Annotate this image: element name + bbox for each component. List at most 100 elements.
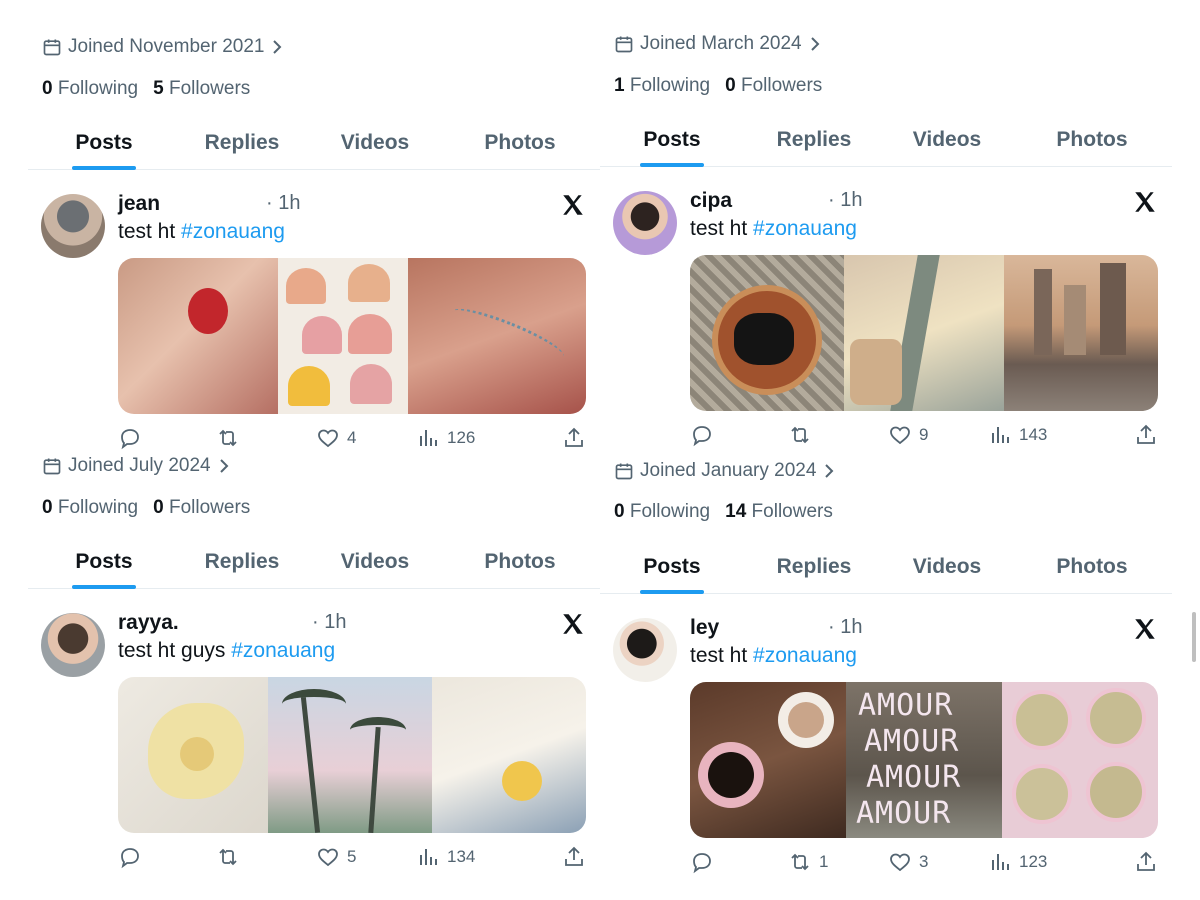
following-link[interactable]: 1 Following [614, 75, 710, 97]
post-media[interactable]: AMOUR AMOUR AMOUR AMOUR [690, 682, 1158, 838]
share-button[interactable] [562, 426, 586, 450]
tab-photos[interactable]: Photos [482, 116, 558, 170]
hashtag-link[interactable]: #zonauang [753, 644, 857, 667]
reply-button[interactable] [118, 426, 142, 450]
post-username[interactable]: cipa [690, 189, 732, 213]
tab-photos[interactable]: Photos [1054, 540, 1130, 594]
tab-videos[interactable]: Videos [338, 535, 412, 589]
share-button[interactable] [1134, 423, 1158, 447]
tab-posts[interactable]: Posts [640, 540, 704, 594]
post-actions: 9 143 [690, 423, 1160, 451]
tab-posts[interactable]: Posts [72, 116, 136, 170]
post-card[interactable]: cipa · 1h test ht #zonauang 9 143 [600, 173, 1172, 447]
followers-link[interactable]: 5 Followers [153, 78, 250, 100]
media-photo-3[interactable] [1004, 255, 1158, 411]
tab-replies[interactable]: Replies [776, 540, 852, 594]
media-photo-2[interactable] [278, 258, 408, 414]
views-button[interactable]: 123 [988, 850, 1047, 874]
scrollbar[interactable] [1192, 612, 1196, 662]
joined-label: Joined July 2024 [68, 455, 211, 476]
share-icon [565, 427, 583, 447]
following-label: Following [57, 497, 139, 518]
tab-videos[interactable]: Videos [910, 113, 984, 167]
followers-link[interactable]: 0 Followers [153, 497, 250, 519]
post-username[interactable]: ley [690, 616, 719, 640]
following-link[interactable]: 0 Following [42, 78, 138, 100]
media-photo-3[interactable] [1002, 682, 1158, 838]
post-media[interactable] [118, 677, 586, 833]
retweet-button[interactable] [216, 426, 247, 450]
post-time[interactable]: · 1h [266, 192, 300, 215]
joined-date[interactable]: Joined November 2021 [42, 36, 282, 58]
tab-replies[interactable]: Replies [204, 535, 280, 589]
media-photo-1[interactable] [118, 677, 268, 833]
media-photo-3[interactable] [408, 258, 586, 414]
post-time[interactable]: · 1h [828, 616, 862, 639]
tab-posts[interactable]: Posts [640, 113, 704, 167]
joined-date[interactable]: Joined March 2024 [614, 33, 820, 55]
post-username[interactable]: jean [118, 192, 160, 216]
post-media[interactable] [690, 255, 1158, 411]
avatar[interactable] [41, 613, 105, 677]
media-photo-1[interactable] [690, 255, 844, 411]
views-button[interactable]: 143 [988, 423, 1047, 447]
views-button[interactable]: 126 [416, 426, 475, 450]
follow-stats: 0 Following 14 Followers [614, 501, 833, 523]
profile-tabs: Posts Replies Videos Photos [600, 113, 1172, 167]
heart-icon [890, 426, 910, 445]
reply-icon [121, 429, 139, 450]
media-photo-2[interactable] [844, 255, 1004, 411]
tab-videos[interactable]: Videos [910, 540, 984, 594]
calendar-icon [43, 458, 61, 475]
followers-link[interactable]: 14 Followers [725, 501, 833, 523]
tab-replies[interactable]: Replies [776, 113, 852, 167]
like-button[interactable]: 4 [316, 426, 356, 450]
tab-photos[interactable]: Photos [1054, 113, 1130, 167]
tab-posts[interactable]: Posts [72, 535, 136, 589]
post-media[interactable] [118, 258, 586, 414]
post-time[interactable]: · 1h [828, 189, 862, 212]
retweet-button[interactable]: 1 [788, 850, 828, 874]
post-card[interactable]: jean · 1h test ht #zonauang 4 126 [28, 176, 600, 450]
post-time[interactable]: · 1h [312, 611, 346, 634]
reply-button[interactable] [118, 845, 142, 869]
hashtag-link[interactable]: #zonauang [231, 639, 335, 662]
reply-button[interactable] [690, 850, 714, 874]
post-username[interactable]: rayya. [118, 611, 179, 635]
joined-date[interactable]: Joined January 2024 [614, 460, 834, 482]
like-button[interactable]: 3 [888, 850, 928, 874]
amour-text-1: AMOUR [858, 688, 954, 723]
post-card[interactable]: rayya. · 1h test ht guys #zonauang 5 134 [28, 595, 600, 869]
views-icon [420, 849, 437, 865]
share-icon [1137, 424, 1155, 444]
media-photo-1[interactable] [118, 258, 278, 414]
tab-videos[interactable]: Videos [338, 116, 412, 170]
media-photo-2[interactable]: AMOUR AMOUR AMOUR AMOUR [846, 682, 1002, 838]
followers-count: 0 [725, 75, 736, 96]
media-photo-3[interactable] [432, 677, 586, 833]
tab-replies[interactable]: Replies [204, 116, 280, 170]
avatar[interactable] [613, 191, 677, 255]
retweet-button[interactable] [788, 423, 819, 447]
hashtag-link[interactable]: #zonauang [181, 220, 285, 243]
like-button[interactable]: 5 [316, 845, 356, 869]
followers-link[interactable]: 0 Followers [725, 75, 822, 97]
avatar[interactable] [41, 194, 105, 258]
media-photo-2[interactable] [268, 677, 432, 833]
share-button[interactable] [562, 845, 586, 869]
joined-date[interactable]: Joined July 2024 [42, 455, 229, 477]
followers-label: Followers [751, 501, 833, 522]
tab-photos[interactable]: Photos [482, 535, 558, 589]
avatar[interactable] [613, 618, 677, 682]
views-button[interactable]: 134 [416, 845, 475, 869]
reply-button[interactable] [690, 423, 714, 447]
views-icon [992, 854, 1009, 870]
post-card[interactable]: ley · 1h test ht #zonauang AMOUR AMOUR A… [600, 600, 1172, 874]
like-button[interactable]: 9 [888, 423, 928, 447]
media-photo-1[interactable] [690, 682, 846, 838]
retweet-button[interactable] [216, 845, 247, 869]
share-button[interactable] [1134, 850, 1158, 874]
hashtag-link[interactable]: #zonauang [753, 217, 857, 240]
following-link[interactable]: 0 Following [42, 497, 138, 519]
following-link[interactable]: 0 Following [614, 501, 710, 523]
